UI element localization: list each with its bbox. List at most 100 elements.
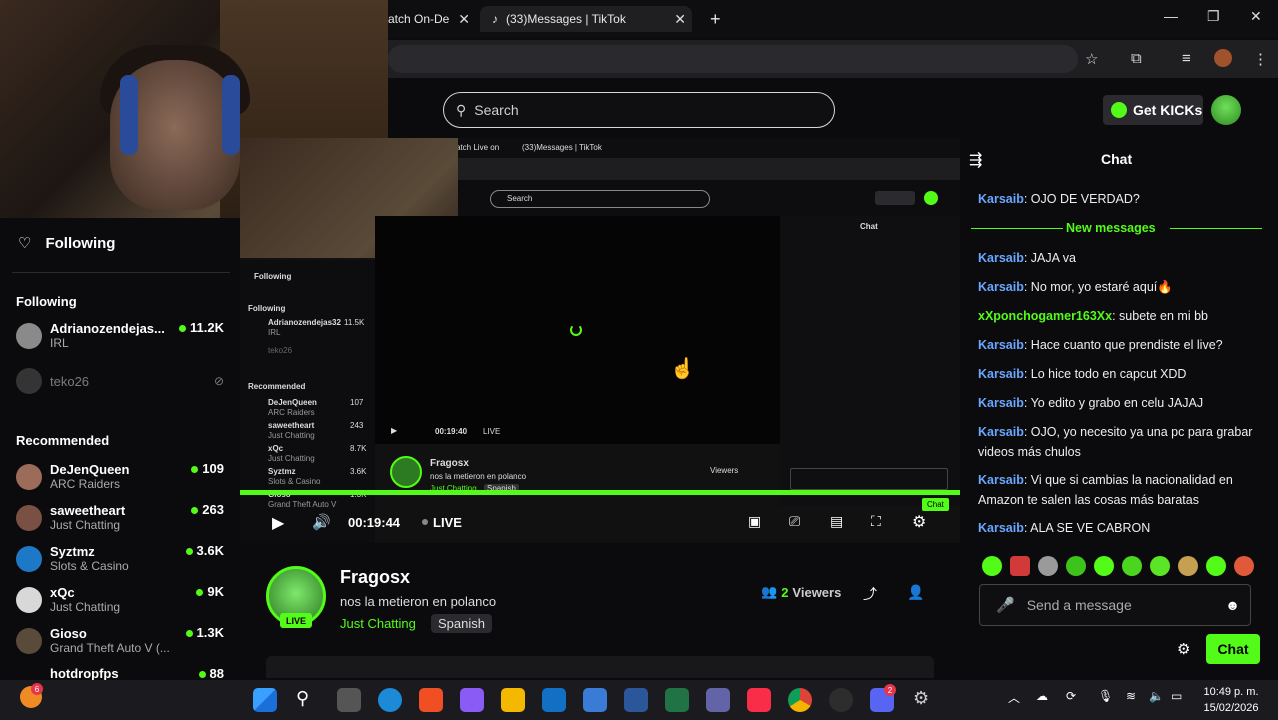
notification-badge: 6 [31, 683, 43, 695]
extensions-icon[interactable]: ⧉ [1131, 50, 1142, 67]
file-explorer-icon[interactable] [501, 688, 525, 712]
sync-icon[interactable]: ⟳ [1066, 689, 1076, 703]
chat-message: Karsaib: OJO DE VERDAD? [978, 192, 1140, 206]
wifi-icon[interactable]: ≋ [1126, 689, 1136, 703]
close-window-icon[interactable]: ✕ [1250, 8, 1262, 25]
volume-icon[interactable]: 🔊 [312, 513, 331, 531]
collapse-chat-icon[interactable]: ⇶ [969, 150, 982, 170]
sidebar-item-syztmz[interactable]: Syztmz Slots & Casino 3.6K [16, 543, 224, 573]
follow-user-icon[interactable]: 👤 [907, 584, 924, 601]
taskbar-search-icon[interactable]: ⚲ [296, 688, 309, 709]
following-nav[interactable]: ♡ Following [18, 234, 115, 253]
emote-icon[interactable] [1234, 556, 1254, 576]
language-tag[interactable]: Spanish [431, 614, 492, 633]
chat-settings-gear-icon[interactable]: ⚙ [1177, 640, 1190, 658]
sidebar-item-hotdropfps[interactable]: hotdropfps 88 [16, 667, 224, 680]
chat-send-button[interactable]: Chat [1206, 634, 1260, 664]
live-dot [185, 629, 193, 637]
bookmark-star-icon[interactable]: ☆ [1085, 50, 1098, 68]
edge-icon[interactable] [378, 688, 402, 712]
teams-icon[interactable] [706, 688, 730, 712]
nested-viewers: Viewers [710, 466, 739, 475]
tab-kick[interactable]: atch On-De ✕ [388, 6, 470, 32]
headphones-right [222, 75, 240, 155]
nested-chat-input [790, 468, 948, 490]
address-bar[interactable] [388, 45, 1078, 73]
sidebar-item-teko26[interactable]: teko26 ⊘ [16, 368, 224, 394]
emote-icon[interactable] [1150, 556, 1170, 576]
sidebar-item-dejenqueen[interactable]: DeJenQueen ARC Raiders 109 [16, 461, 224, 491]
word-icon[interactable] [624, 688, 648, 712]
clip-icon[interactable]: ⎚ [789, 513, 800, 530]
volume-tray-icon[interactable]: 🔈 [1149, 689, 1164, 703]
emote-icon[interactable] [1010, 556, 1030, 576]
close-tab-icon[interactable]: ✕ [674, 11, 686, 28]
channel-name[interactable]: Fragosx [340, 567, 410, 588]
channel-category: Grand Theft Auto V (... [50, 641, 170, 655]
chat-message: xXponchogamer163Xx: subete en mi bb [978, 309, 1208, 323]
brave-icon[interactable] [419, 688, 443, 712]
minimize-icon[interactable]: — [1164, 8, 1178, 24]
apple-music-icon[interactable] [747, 688, 771, 712]
settings-icon[interactable]: ⚙ [913, 688, 929, 709]
media-control-icon[interactable]: ≡ [1182, 50, 1191, 67]
mic-tray-icon[interactable]: 🎙 [1098, 689, 1113, 703]
tray-chevron-icon[interactable]: ︿ [1008, 689, 1020, 706]
nested-rec-name: xQc [268, 444, 284, 453]
battery-icon[interactable]: ▭ [1171, 689, 1182, 703]
system-clock[interactable]: 10:49 p. m. 15/02/2026 [1196, 684, 1266, 716]
store-icon[interactable] [583, 688, 607, 712]
progress-bar[interactable] [240, 490, 960, 495]
chat-message: Karsaib: Hace cuanto que prendiste el li… [978, 338, 1223, 352]
get-kicks-button[interactable]: Get KICKs [1103, 95, 1203, 125]
microphone-icon[interactable]: 🎤 [996, 596, 1015, 614]
search-icon: ⚲ [456, 101, 467, 118]
new-tab-button[interactable]: + [710, 6, 721, 32]
emote-icon[interactable] [1066, 556, 1086, 576]
obs-icon[interactable] [829, 688, 853, 712]
nested-channel-avatar [390, 456, 422, 488]
emote-icon[interactable] [982, 556, 1002, 576]
nested-rec-count: 3.6K [350, 467, 367, 476]
emote-icon[interactable] [1094, 556, 1114, 576]
tab-tiktok[interactable]: ♪ (33)Messages | TikTok ✕ [480, 6, 692, 32]
play-icon[interactable]: ▶ [272, 513, 284, 533]
menu-kebab-icon[interactable]: ⋮ [1253, 50, 1268, 68]
share-icon[interactable]: ⤴ [863, 584, 877, 604]
video-player-nested-capture[interactable]: atch Live on (33)Messages | TikTok Searc… [240, 138, 960, 543]
new-messages-label: New messages [1066, 221, 1156, 235]
emoji-picker-icon[interactable]: ☻ [1225, 597, 1240, 613]
emote-icon[interactable] [1206, 556, 1226, 576]
nested-channel-name: Fragosx [430, 458, 469, 469]
close-tab-icon[interactable]: ✕ [458, 11, 470, 28]
profile-avatar[interactable] [1214, 49, 1232, 67]
emote-icon[interactable] [1122, 556, 1142, 576]
sidebar-item-xqc[interactable]: xQc Just Chatting 9K [16, 584, 224, 614]
settings-gear-icon[interactable]: ⚙ [912, 512, 926, 532]
channel-category: Just Chatting [50, 518, 121, 532]
copilot-icon[interactable] [460, 688, 484, 712]
viewers-label: Viewers [792, 584, 842, 600]
chrome-icon[interactable] [788, 688, 812, 712]
theater-mode-icon[interactable]: ▤ [830, 513, 843, 530]
restore-icon[interactable]: ❐ [1207, 8, 1220, 25]
sidebar-item-gioso[interactable]: Gioso Grand Theft Auto V (... 1.3K [16, 624, 224, 655]
viewer-count: 1.3K [196, 624, 224, 640]
emote-icon[interactable] [1178, 556, 1198, 576]
emote-icon[interactable] [1038, 556, 1058, 576]
nested-video: ▶ 00:19:40 LIVE [375, 216, 780, 444]
sidebar-item-adrianozendejas[interactable]: Adrianozendejas... IRL 11.2K [16, 320, 224, 350]
pip-icon[interactable]: ▣ [748, 513, 761, 530]
fullscreen-icon[interactable]: ⛶ [871, 513, 881, 530]
onedrive-icon[interactable]: ☁ [1036, 689, 1048, 703]
outlook-icon[interactable] [542, 688, 566, 712]
category-link[interactable]: Just Chatting [340, 616, 416, 631]
search-input[interactable]: ⚲ Search [443, 92, 835, 128]
windows-start-icon[interactable] [253, 688, 277, 712]
task-view-icon[interactable] [337, 688, 361, 712]
live-dot [196, 588, 204, 596]
chat-message-input[interactable]: 🎤 Send a message ☻ [979, 584, 1251, 626]
user-avatar[interactable] [1211, 95, 1241, 125]
sidebar-item-saweetheart[interactable]: saweetheart Just Chatting 263 [16, 502, 224, 532]
excel-icon[interactable] [665, 688, 689, 712]
